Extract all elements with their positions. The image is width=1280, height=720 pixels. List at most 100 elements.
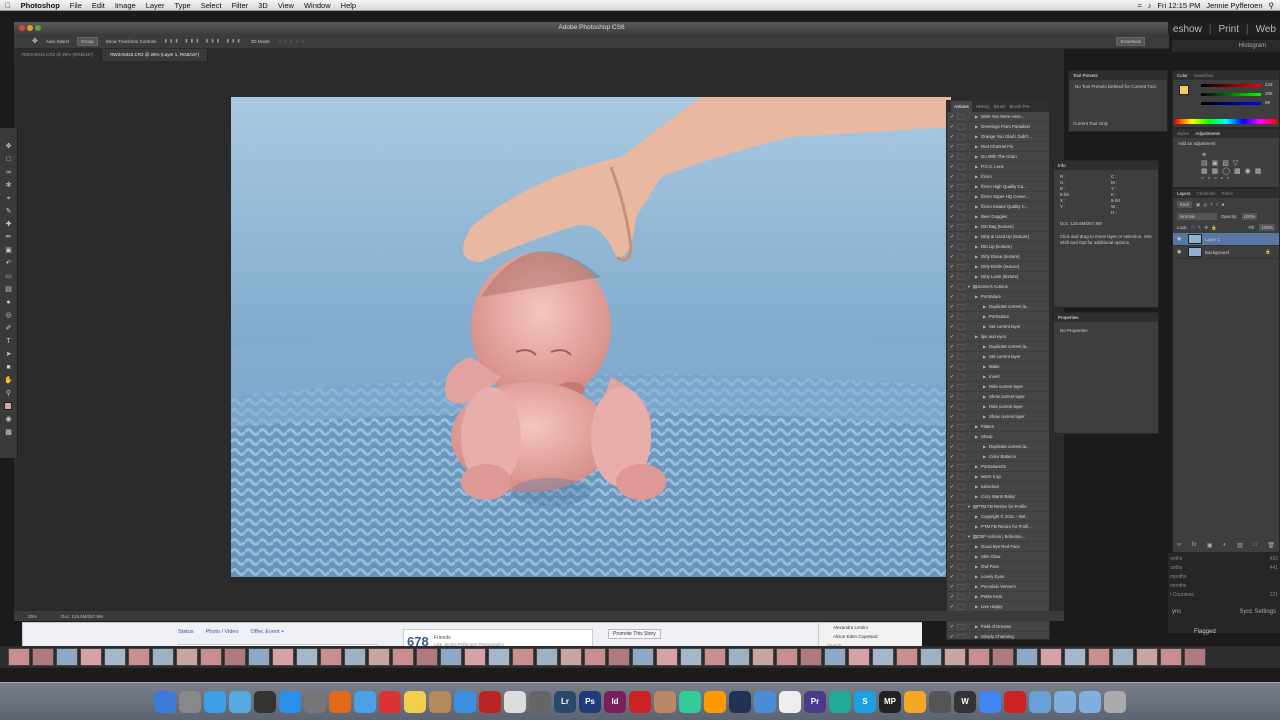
photoshop-icon[interactable]: Ps xyxy=(579,690,601,713)
utility-icon[interactable] xyxy=(529,690,551,713)
action-row[interactable]: ✓ ▶ Dirt Bag (texture) xyxy=(947,222,1049,232)
check-icon[interactable]: ✓ xyxy=(947,192,957,202)
action-row[interactable]: ✓ ▶ Skin Glow xyxy=(947,552,1049,562)
photo-canvas[interactable] xyxy=(231,97,951,577)
check-icon[interactable]: ✓ xyxy=(947,512,957,522)
dialog-toggle[interactable] xyxy=(957,203,965,210)
filmstrip-thumbnail[interactable] xyxy=(776,648,798,666)
layer-name[interactable]: Background xyxy=(1205,250,1229,255)
filmstrip-thumbnail[interactable] xyxy=(368,648,390,666)
tab-history[interactable]: History xyxy=(976,101,990,112)
filmstrip-thumbnail[interactable] xyxy=(416,648,438,666)
filmstrip-thumbnail[interactable] xyxy=(872,648,894,666)
tab-styles[interactable]: Styles xyxy=(1177,129,1189,138)
action-row[interactable]: ✓ ▶ Set current layer xyxy=(947,322,1049,332)
chrome-icon[interactable] xyxy=(979,690,1001,713)
check-icon[interactable]: ✓ xyxy=(947,262,957,272)
filmstrip-thumbnail[interactable] xyxy=(680,648,702,666)
dialog-toggle[interactable] xyxy=(957,413,965,420)
filmstrip-thumbnail[interactable] xyxy=(1064,648,1086,666)
dialog-toggle[interactable] xyxy=(957,163,965,170)
eyedropper-tool-icon[interactable]: ✎ xyxy=(4,207,14,217)
dialog-toggle[interactable] xyxy=(957,443,965,450)
menu-window[interactable]: Window xyxy=(299,1,336,10)
check-icon[interactable]: ✓ xyxy=(947,362,957,372)
dialog-toggle[interactable] xyxy=(957,153,965,160)
layer-row-background[interactable]: ◉ Background 🔒 xyxy=(1173,246,1279,259)
tab-color[interactable]: Color xyxy=(1177,71,1188,80)
new-adjustment-icon[interactable]: ◐ xyxy=(1223,542,1227,549)
premiere-icon[interactable]: Pr xyxy=(804,690,826,713)
folder-icon[interactable] xyxy=(1079,690,1101,713)
opacity-field[interactable]: 100% xyxy=(1241,213,1258,220)
filmstrip-thumbnail[interactable] xyxy=(320,648,342,666)
photo-video-tab[interactable]: Photo / Video xyxy=(206,629,239,635)
volume-icon[interactable]: ♪ xyxy=(1148,1,1152,10)
action-row[interactable]: ✓ ▶ f/zero Insane Quality C... xyxy=(947,202,1049,212)
module-slideshow[interactable]: eshow xyxy=(1173,24,1202,35)
dialog-toggle[interactable] xyxy=(957,633,965,639)
action-row[interactable]: ✓ ▶ Lovely Eyes xyxy=(947,572,1049,582)
check-icon[interactable]: ✓ xyxy=(947,292,957,302)
firefox-icon[interactable] xyxy=(329,690,351,713)
action-row[interactable]: ✓ ▶ P.O.S. Lens xyxy=(947,162,1049,172)
filmstrip-thumbnail[interactable] xyxy=(536,648,558,666)
folder-row[interactable]: onths xyxy=(1170,564,1182,573)
layer-filter-select[interactable]: Kind xyxy=(1177,201,1193,208)
check-icon[interactable]: ✓ xyxy=(947,462,957,472)
menu-type[interactable]: Type xyxy=(169,1,195,10)
filmstrip-thumbnail[interactable] xyxy=(752,648,774,666)
app-store-icon[interactable] xyxy=(279,690,301,713)
move-tool-icon[interactable]: ✥ xyxy=(4,142,14,152)
check-icon[interactable]: ✓ xyxy=(947,182,957,192)
action-row[interactable]: ✓ ▶ lips and eyes xyxy=(947,332,1049,342)
red-slider[interactable] xyxy=(1201,84,1261,87)
action-row[interactable]: ✓ ▶ f/zero Super HQ Conve... xyxy=(947,192,1049,202)
dialog-toggle[interactable] xyxy=(957,173,965,180)
filmstrip-thumbnail[interactable] xyxy=(1136,648,1158,666)
filmstrip-thumbnail[interactable] xyxy=(1016,648,1038,666)
tab-channels[interactable]: Channels xyxy=(1197,189,1216,198)
filmstrip-thumbnail[interactable] xyxy=(8,648,30,666)
dialog-toggle[interactable] xyxy=(957,513,965,520)
dialog-toggle[interactable] xyxy=(957,463,965,470)
action-row[interactable]: ✓ ▶ Orange You Glad I Didn't... xyxy=(947,132,1049,142)
zoom-tool-icon[interactable]: ⚲ xyxy=(4,389,14,399)
action-row[interactable]: ✓ ▶ Copyright © 2011 – Bel... xyxy=(947,512,1049,522)
check-icon[interactable]: ✓ xyxy=(947,392,957,402)
check-icon[interactable]: ✓ xyxy=(947,592,957,602)
calendar-icon[interactable] xyxy=(379,690,401,713)
red-value[interactable]: 243 xyxy=(1265,82,1273,87)
check-icon[interactable]: ✓ xyxy=(947,332,957,342)
app-icon[interactable] xyxy=(829,690,851,713)
action-row[interactable]: ✓ ▶ warm it up xyxy=(947,472,1049,482)
check-icon[interactable]: ✓ xyxy=(947,252,957,262)
check-icon[interactable]: ✓ xyxy=(947,532,957,542)
fx-icon[interactable]: fx xyxy=(1192,542,1197,549)
check-icon[interactable]: ✓ xyxy=(947,322,957,332)
action-set-row[interactable]: ✓ ▼ ▤ OSP Actions | Bohemia... xyxy=(947,532,1049,542)
quick-mask-icon[interactable]: ◉ xyxy=(4,415,14,425)
dialog-toggle[interactable] xyxy=(957,453,965,460)
tab-brush[interactable]: Brush xyxy=(994,101,1006,112)
action-row[interactable]: ✓ ▶ Dirty Lovin (texture) xyxy=(947,272,1049,282)
dialog-toggle[interactable] xyxy=(957,283,965,290)
gradient-tool-icon[interactable]: ▤ xyxy=(4,285,14,295)
layer-filter-icons[interactable]: ▣◎T□■ xyxy=(1196,202,1227,208)
check-icon[interactable]: ✓ xyxy=(947,202,957,212)
menu-select[interactable]: Select xyxy=(196,1,227,10)
flower-icon[interactable] xyxy=(904,690,926,713)
folder-row[interactable]: onths xyxy=(1170,555,1182,564)
check-icon[interactable]: ✓ xyxy=(947,152,957,162)
dialog-toggle[interactable] xyxy=(957,523,965,530)
dialog-toggle[interactable] xyxy=(957,113,965,120)
visibility-eye-icon[interactable]: ◉ xyxy=(1177,236,1185,242)
notes-icon[interactable] xyxy=(404,690,426,713)
check-icon[interactable]: ✓ xyxy=(947,572,957,582)
layer-name[interactable]: Layer 1 xyxy=(1205,237,1220,242)
finder-icon[interactable] xyxy=(154,690,176,713)
filmstrip-thumbnail[interactable] xyxy=(584,648,606,666)
shape-tool-icon[interactable]: ■ xyxy=(4,363,14,373)
action-row[interactable]: ✓ ▶ Beer Goggles xyxy=(947,212,1049,222)
dialog-toggle[interactable] xyxy=(957,143,965,150)
